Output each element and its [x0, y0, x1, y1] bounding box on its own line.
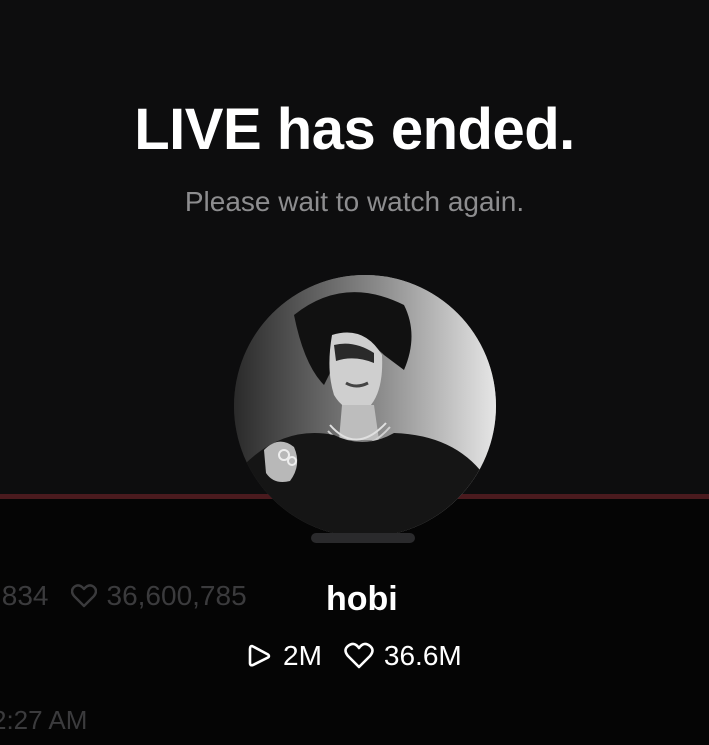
views-count: 2M — [283, 640, 322, 671]
background-likes-count: 36,600,785 — [106, 580, 247, 611]
live-ended-screen: LIVE has ended. Please wait to watch aga… — [0, 0, 709, 745]
play-icon — [245, 642, 273, 670]
profile-stats: 2M 36.6M — [245, 640, 462, 672]
likes-count: 36.6M — [383, 640, 462, 671]
background-stats: ,834 36,600,785 — [0, 580, 247, 612]
views-stat: 2M — [245, 640, 322, 672]
live-ended-title: LIVE has ended. — [134, 97, 575, 162]
drag-handle[interactable] — [311, 533, 415, 543]
heart-icon — [344, 642, 374, 670]
live-ended-subtitle: Please wait to watch again. — [184, 186, 525, 217]
username[interactable]: hobi — [326, 580, 398, 619]
background-timestamp: 2:27 AM — [0, 705, 88, 735]
likes-stat: 36.6M — [344, 640, 462, 672]
heart-icon — [70, 584, 97, 608]
avatar-photo — [234, 275, 496, 537]
background-views-count: ,834 — [0, 580, 49, 611]
avatar[interactable] — [234, 275, 496, 537]
